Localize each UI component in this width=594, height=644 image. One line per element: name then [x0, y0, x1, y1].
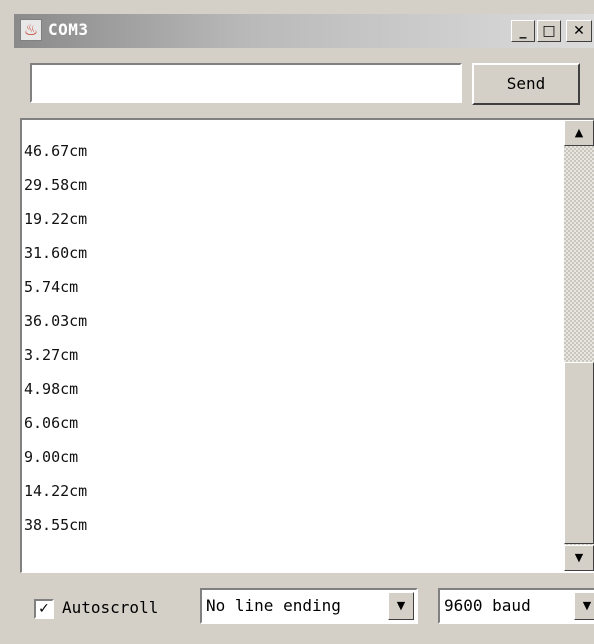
- send-button[interactable]: Send: [472, 63, 580, 105]
- scroll-thumb[interactable]: [564, 362, 594, 544]
- output-line: 14.22cm: [24, 482, 88, 500]
- autoscroll-checkbox[interactable]: ✓: [34, 599, 54, 619]
- line-ending-dropdown-button[interactable]: ▼: [388, 592, 414, 620]
- close-button[interactable]: ✕: [566, 20, 592, 42]
- java-icon[interactable]: ♨: [20, 19, 42, 41]
- output-line: 3.27cm: [24, 346, 79, 364]
- output-lines: 46.67cm 29.58cm 19.22cm 31.60cm 5.74cm 3…: [24, 134, 87, 542]
- chevron-down-icon: ▼: [396, 599, 406, 612]
- baud-rate-select[interactable]: 9600 baud ▼: [438, 588, 594, 624]
- minimize-icon: _: [519, 23, 527, 39]
- arrow-down-icon: ▼: [574, 551, 584, 564]
- line-ending-value: No line ending: [206, 596, 341, 615]
- close-icon: ✕: [573, 23, 585, 39]
- output-line: 9.00cm: [24, 448, 79, 466]
- footer-controls: ✓ Autoscroll No line ending ▼ 9600 baud …: [24, 584, 594, 634]
- vertical-scrollbar[interactable]: ▲ ▼: [564, 120, 594, 571]
- scroll-down-button[interactable]: ▼: [564, 545, 594, 571]
- output-line: 36.03cm: [24, 312, 88, 330]
- output-line: 6.06cm: [24, 414, 79, 432]
- output-line: 31.60cm: [24, 244, 88, 262]
- minimize-button[interactable]: _: [511, 20, 535, 42]
- line-ending-select[interactable]: No line ending ▼: [200, 588, 418, 624]
- maximize-button[interactable]: □: [537, 20, 561, 42]
- checkmark-icon: ✓: [38, 601, 50, 617]
- output-line: 29.58cm: [24, 176, 88, 194]
- autoscroll-label[interactable]: Autoscroll: [62, 598, 158, 617]
- output-line: 38.55cm: [24, 516, 88, 534]
- maximize-icon: □: [542, 23, 556, 39]
- serial-monitor-window: ♨ COM3 _ □ ✕ Send 46.67cm 29.58cm 19.22c…: [0, 0, 594, 644]
- send-input[interactable]: [30, 63, 462, 103]
- chevron-down-icon: ▼: [582, 599, 592, 612]
- output-line: 4.98cm: [24, 380, 79, 398]
- window-title: COM3: [48, 20, 89, 39]
- output-line: 46.67cm: [24, 142, 88, 160]
- output-line: 5.74cm: [24, 278, 79, 296]
- title-bar[interactable]: ♨ COM3 _ □ ✕: [14, 14, 594, 48]
- output-line: 19.22cm: [24, 210, 88, 228]
- serial-output-area[interactable]: 46.67cm 29.58cm 19.22cm 31.60cm 5.74cm 3…: [20, 118, 594, 573]
- arrow-up-icon: ▲: [574, 126, 584, 139]
- baud-dropdown-button[interactable]: ▼: [574, 592, 594, 620]
- send-row: Send: [24, 57, 594, 117]
- scroll-up-button[interactable]: ▲: [564, 120, 594, 146]
- baud-rate-value: 9600 baud: [444, 596, 531, 615]
